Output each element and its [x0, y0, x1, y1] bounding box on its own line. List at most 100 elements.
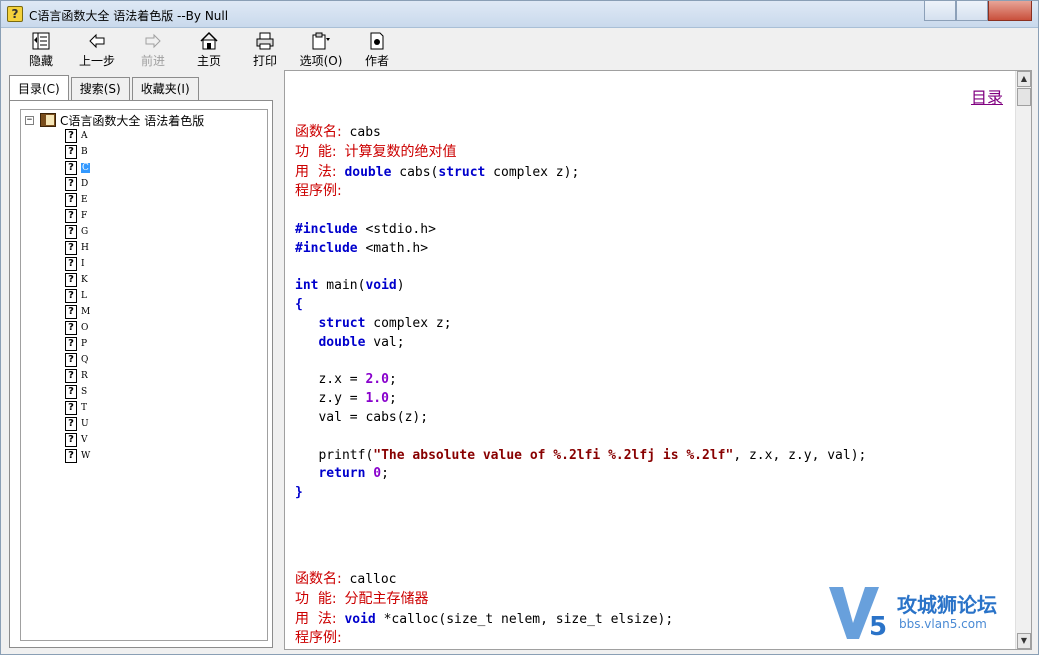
tree-item-label: B	[81, 147, 88, 157]
help-topic-icon: ?	[65, 417, 77, 431]
tree-item-f[interactable]: ? F	[65, 208, 90, 224]
tree-item-e[interactable]: ? E	[65, 192, 90, 208]
usage-label: 用 法:	[295, 610, 337, 627]
hide-icon	[31, 31, 51, 51]
tree-item-label: I	[81, 259, 85, 269]
example-label: 程序例:	[295, 183, 342, 200]
function-description: 分配主存储器	[344, 590, 429, 607]
function-label: 功 能:	[295, 143, 337, 160]
help-topic-icon: ?	[65, 209, 77, 223]
home-button[interactable]: 主页	[181, 29, 237, 69]
options-button-label: 选项(O)	[299, 54, 343, 68]
name-label: 函数名:	[295, 124, 342, 140]
tree-item-b[interactable]: ? B	[65, 144, 90, 160]
tree-item-label: C	[81, 163, 90, 173]
scroll-down-arrow-icon[interactable]: ▼	[1017, 633, 1031, 649]
maximize-button[interactable]	[956, 1, 988, 21]
entry-cabs: 函数名: cabs 功 能: 计算复数的绝对值 用 法: double cabs…	[295, 124, 867, 501]
svg-text:5: 5	[869, 612, 887, 642]
tree-item-label: E	[81, 195, 88, 205]
tree-item-h[interactable]: ? H	[65, 240, 90, 256]
tab-contents[interactable]: 目录(C)	[9, 75, 69, 101]
tree-item-label: D	[81, 179, 89, 189]
watermark-url: bbs.vlan5.com	[899, 617, 987, 631]
tree-item-label: P	[81, 339, 88, 349]
tree-item-label: O	[81, 323, 89, 333]
help-topic-icon: ?	[65, 177, 77, 191]
function-description: 计算复数的绝对值	[344, 143, 457, 160]
hide-button-label: 隐藏	[28, 54, 53, 68]
hide-button[interactable]: 隐藏	[13, 29, 69, 69]
scroll-up-arrow-icon[interactable]: ▲	[1017, 71, 1031, 87]
tab-search[interactable]: 搜索(S)	[70, 77, 130, 101]
home-button-label: 主页	[196, 54, 221, 68]
title-bar[interactable]: ? C语言函数大全 语法着色版 --By Null	[1, 1, 1038, 28]
tree-item-a[interactable]: ? A	[65, 128, 90, 144]
back-arrow-icon	[87, 31, 107, 51]
tree-item-label: T	[81, 403, 88, 413]
app-window: ? C语言函数大全 语法着色版 --By Null 隐藏 上一步 前进 主页 打…	[0, 0, 1039, 655]
tree-item-s[interactable]: ? S	[65, 384, 90, 400]
tree-root[interactable]: − C语言函数大全 语法着色版	[25, 112, 204, 128]
tree-item-g[interactable]: ? G	[65, 224, 90, 240]
navigation-pane: 目录(C) 搜索(S) 收藏夹(I) − C语言函数大全 语法着色版 ? A? B?…	[5, 71, 275, 651]
tree-item-m[interactable]: ? M	[65, 304, 90, 320]
collapse-toggle-icon[interactable]: −	[25, 115, 34, 125]
help-topic-icon: ?	[65, 369, 77, 383]
options-button[interactable]: 选项(O)	[293, 29, 349, 69]
tree-item-u[interactable]: ? U	[65, 416, 90, 432]
help-topic-icon: ?	[65, 337, 77, 351]
tree-item-t[interactable]: ? T	[65, 400, 90, 416]
tree-root-label: C语言函数大全 语法着色版	[60, 113, 205, 128]
printer-icon	[255, 31, 275, 51]
tree-item-c[interactable]: ? C	[65, 160, 90, 176]
contents-tree[interactable]: − C语言函数大全 语法着色版 ? A? B? C? D? E? F? G? H? I? K? L? M…	[20, 109, 268, 641]
tree-item-label: W	[81, 451, 91, 461]
tree-item-label: F	[81, 211, 88, 221]
pane-splitter[interactable]	[277, 71, 283, 651]
content-pane: 目录 函数名: cabs 功 能: 计算复数的绝对值 用 法: double c…	[284, 70, 1032, 650]
vertical-scrollbar[interactable]: ▲ ▼	[1015, 71, 1031, 649]
watermark-title: 攻城狮论坛	[897, 593, 997, 617]
help-topic-icon: ?	[65, 385, 77, 399]
tree-items: ? A? B? C? D? E? F? G? H? I? K? L? M? O? P? Q? R? S? T? U? V…	[65, 128, 90, 464]
help-topic-icon: ?	[65, 433, 77, 447]
watermark-logo: 5 攻城狮论坛 bbs.vlan5.com	[825, 583, 1025, 643]
close-button[interactable]	[988, 1, 1032, 21]
tree-item-label: V	[81, 435, 88, 445]
scroll-thumb[interactable]	[1017, 88, 1031, 106]
tree-item-d[interactable]: ? D	[65, 176, 90, 192]
tree-item-label: U	[81, 419, 89, 429]
tree-item-p[interactable]: ? P	[65, 336, 90, 352]
tree-item-w[interactable]: ? W	[65, 448, 90, 464]
tree-item-label: R	[81, 371, 88, 381]
tree-item-label: M	[81, 307, 91, 317]
tree-item-label: A	[81, 131, 88, 141]
tree-item-label: Q	[81, 355, 89, 365]
author-button[interactable]: 作者	[349, 29, 405, 69]
tree-item-r[interactable]: ? R	[65, 368, 90, 384]
book-icon	[40, 113, 56, 127]
print-button[interactable]: 打印	[237, 29, 293, 69]
usage-label: 用 法:	[295, 163, 337, 180]
help-topic-icon: ?	[65, 161, 77, 175]
function-name: calloc	[349, 572, 397, 587]
tab-favorites[interactable]: 收藏夹(I)	[131, 77, 199, 101]
toc-link[interactable]: 目录	[971, 84, 1003, 108]
tree-item-i[interactable]: ? I	[65, 256, 90, 272]
tree-item-q[interactable]: ? Q	[65, 352, 90, 368]
back-button[interactable]: 上一步	[69, 29, 125, 69]
forward-button[interactable]: 前进	[125, 29, 181, 69]
tree-item-v[interactable]: ? V	[65, 432, 90, 448]
window-controls	[924, 1, 1032, 21]
tree-item-k[interactable]: ? K	[65, 272, 90, 288]
function-label: 功 能:	[295, 590, 337, 607]
minimize-button[interactable]	[924, 1, 956, 21]
tree-item-o[interactable]: ? O	[65, 320, 90, 336]
help-topic-icon: ?	[65, 241, 77, 255]
help-app-icon: ?	[7, 6, 23, 22]
help-topic-icon: ?	[65, 273, 77, 287]
print-button-label: 打印	[252, 54, 277, 68]
tree-item-l[interactable]: ? L	[65, 288, 90, 304]
window-title: C语言函数大全 语法着色版 --By Null	[29, 9, 229, 23]
